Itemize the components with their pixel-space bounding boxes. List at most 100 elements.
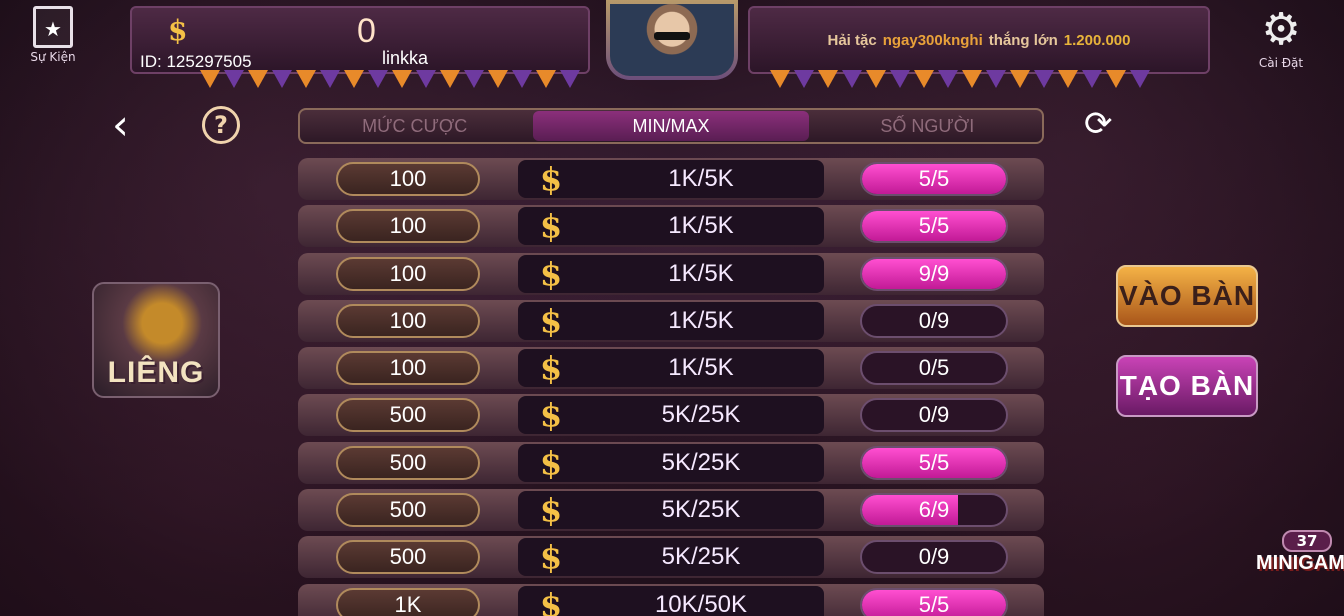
min-max-cell: $1K/5K: [518, 301, 824, 340]
min-max-value: 5K/25K: [661, 401, 741, 429]
settings-label: Cài Đặt: [1258, 56, 1304, 70]
player-count-value: 6/9: [918, 497, 950, 523]
player-count-cell: 5/5: [860, 587, 1008, 616]
player-count-cell: 0/9: [860, 303, 1008, 338]
dollar-icon: $: [539, 160, 563, 198]
table-row[interactable]: 500 $5K/25K 0/9: [298, 536, 1044, 579]
min-max-cell: $1K/5K: [518, 160, 824, 198]
bet-level-cell: 500: [336, 540, 480, 575]
event-label: Sự Kiện: [30, 50, 76, 64]
table-row[interactable]: 100 $1K/5K 5/5: [298, 205, 1044, 248]
min-max-value: 5K/25K: [661, 496, 741, 524]
min-max-value: 1K/5K: [668, 212, 734, 240]
tab-min-max[interactable]: MIN/MAX: [533, 111, 809, 141]
bet-level-cell: 100: [336, 303, 480, 338]
dollar-icon: $: [539, 349, 563, 388]
min-max-value: 1K/5K: [668, 306, 734, 334]
min-max-value: 1K/5K: [668, 259, 734, 287]
table-row[interactable]: 100 $1K/5K 9/9: [298, 252, 1044, 295]
game-logo: LIÊNG: [92, 282, 220, 398]
min-max-cell: $5K/25K: [518, 491, 824, 530]
minigame-label: MINIGAME: [1256, 552, 1344, 574]
dollar-icon: $: [539, 585, 563, 616]
bet-level-cell: 500: [336, 445, 480, 480]
player-count-value: 5/5: [918, 449, 950, 475]
player-name: linkka: [382, 48, 429, 68]
player-count-cell: 0/9: [860, 398, 1008, 433]
announcement-user: ngay300knghi: [882, 31, 983, 49]
bet-level-cell: 100: [336, 209, 480, 244]
player-count-value: 5/5: [918, 591, 950, 616]
table-row[interactable]: 500 $5K/25K 5/5: [298, 441, 1044, 484]
tab-bet-level[interactable]: MỨC CƯỢC: [300, 116, 529, 137]
refresh-button[interactable]: ⟳: [1084, 104, 1118, 144]
dollar-icon: $: [539, 538, 563, 577]
player-count-cell: 6/9: [860, 493, 1008, 528]
dollar-icon: $: [539, 207, 563, 246]
minigame-count-badge: 37: [1282, 530, 1332, 552]
min-max-cell: $1K/5K: [518, 254, 824, 293]
dollar-icon: $: [539, 443, 563, 482]
dollar-coin-icon: $: [168, 14, 188, 47]
announcement-amount: 1.200.000: [1063, 31, 1131, 49]
game-name: LIÊNG: [107, 356, 205, 389]
player-count-cell: 5/5: [860, 209, 1008, 244]
min-max-value: 1K/5K: [668, 354, 734, 382]
player-count-value: 9/9: [918, 260, 950, 286]
bet-level-cell: 500: [336, 398, 480, 433]
event-button[interactable]: Sự Kiện: [22, 6, 84, 64]
tab-player-count[interactable]: SỐ NGƯỜI: [813, 116, 1042, 137]
help-icon: ?: [214, 111, 228, 139]
avatar-frame[interactable]: [606, 0, 738, 80]
player-count-value: 0/5: [918, 355, 950, 381]
player-count-value: 5/5: [918, 213, 950, 239]
player-count-value: 0/9: [918, 307, 950, 333]
minigame-button[interactable]: 37 MINIGAME: [1256, 530, 1344, 600]
player-count-cell: 5/5: [860, 162, 1008, 196]
sort-tab-bar: MỨC CƯỢC MIN/MAX SỐ NGƯỜI: [298, 108, 1044, 144]
announcement-text: thắng lớn: [988, 31, 1058, 49]
announcement-prefix: Hải tặc: [827, 31, 877, 49]
player-count-cell: 0/5: [860, 351, 1008, 386]
bet-level-cell: 100: [336, 256, 480, 291]
player-count-value: 0/9: [918, 402, 950, 428]
table-list: 100 $1K/5K 5/5 100 $1K/5K 5/5 100 $1K/5K 9/9 100 $…: [298, 158, 1044, 616]
dollar-icon: $: [539, 301, 563, 340]
announcement-bar: Hải tặc ngay300knghi thắng lớn 1.200.000: [748, 6, 1210, 74]
refresh-icon: ⟳: [1084, 104, 1113, 144]
min-max-cell: $10K/50K: [518, 585, 824, 616]
settings-button[interactable]: ⚙ Cài Đặt: [1250, 6, 1312, 71]
bunting-decoration-left: [200, 70, 584, 100]
min-max-value: 5K/25K: [661, 543, 741, 571]
player-count-value: 5/5: [918, 166, 950, 191]
bet-level-cell: 1K: [336, 587, 480, 616]
avatar[interactable]: [610, 4, 734, 76]
dollar-icon: $: [539, 254, 563, 293]
table-row[interactable]: 1K $10K/50K 5/5: [298, 583, 1044, 616]
player-info-panel: $ 0 ID: 125297505 linkka: [130, 6, 590, 74]
back-button[interactable]: ‹: [112, 104, 146, 146]
min-max-cell: $1K/5K: [518, 349, 824, 388]
table-row[interactable]: 100 $1K/5K 0/9: [298, 299, 1044, 342]
table-row[interactable]: 500 $5K/25K 6/9: [298, 489, 1044, 532]
player-id: ID: 125297505: [140, 52, 252, 71]
table-row[interactable]: 100 $1K/5K 5/5: [298, 158, 1044, 200]
min-max-value: 5K/25K: [661, 448, 741, 476]
min-max-cell: $5K/25K: [518, 538, 824, 577]
player-count-cell: 5/5: [860, 445, 1008, 480]
min-max-cell: $1K/5K: [518, 207, 824, 246]
dollar-icon: $: [539, 491, 563, 530]
table-row[interactable]: 100 $1K/5K 0/5: [298, 347, 1044, 390]
star-banner-icon: [33, 6, 73, 48]
bet-level-cell: 500: [336, 493, 480, 528]
player-count-cell: 9/9: [860, 256, 1008, 291]
create-table-button[interactable]: TẠO BÀN: [1116, 355, 1258, 417]
player-count-cell: 0/9: [860, 540, 1008, 575]
min-max-cell: $5K/25K: [518, 443, 824, 482]
table-row[interactable]: 500 $5K/25K 0/9: [298, 394, 1044, 437]
bet-level-cell: 100: [336, 162, 480, 196]
min-max-cell: $5K/25K: [518, 396, 824, 435]
join-table-button[interactable]: VÀO BÀN: [1116, 265, 1258, 327]
chevron-left-icon: ‹: [112, 100, 129, 149]
help-button[interactable]: ?: [202, 106, 240, 144]
